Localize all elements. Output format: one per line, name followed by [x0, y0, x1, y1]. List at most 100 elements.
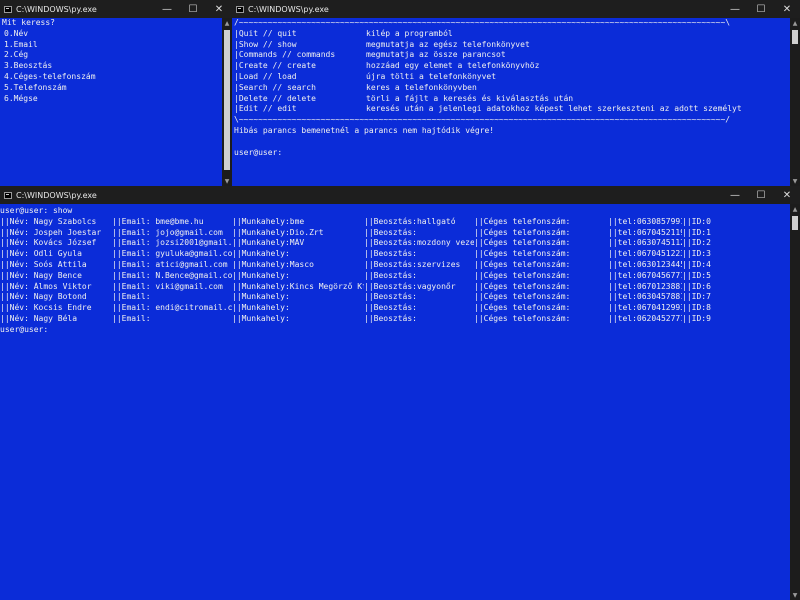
phone-cell: ||tel:06307451120: [608, 238, 682, 248]
title-bar[interactable]: C:\WINDOWS\py.exe — ☐ ✕: [0, 0, 232, 18]
position-cell: ||Beosztás:mozdony vezető: [364, 238, 474, 248]
name-cell: ||Név: Jospeh Joestar: [0, 227, 102, 237]
vertical-scrollbar[interactable]: ▲ ▼: [222, 18, 232, 186]
menu-row: |Delete // delete törli a fájlt a keresés…: [234, 94, 790, 105]
menu-command: |Commands // commands: [234, 50, 336, 60]
maximize-button[interactable]: ☐: [748, 186, 774, 204]
id-cell: ||ID:0: [682, 216, 711, 226]
name-cell: ||Név: Nagy Bence: [0, 270, 82, 280]
scroll-up-icon[interactable]: ▲: [790, 18, 800, 28]
table-row: ||Név: Nagy Botond ||Email: ||Munkahely: ||…: [0, 292, 790, 303]
workplace-cell: ||Munkahely:bme: [232, 216, 305, 226]
console-output[interactable]: user@user: show ||Név: Nagy Szabolcs ||Em…: [0, 206, 790, 600]
email-cell: ||Email:: [112, 313, 151, 323]
title-bar[interactable]: C:\WINDOWS\py.exe — ☐ ✕: [0, 186, 800, 204]
table-row: ||Név: Nagy Béla ||Email: ||Munkahely: ||Be…: [0, 314, 790, 325]
email-cell: ||Email: endi@citromail.com: [112, 303, 232, 313]
workplace-cell: ||Munkahely:: [232, 313, 290, 323]
id-cell: ||ID:3: [682, 249, 711, 259]
scrollbar-thumb[interactable]: [224, 30, 230, 170]
workplace-cell: ||Munkahely:: [232, 270, 290, 280]
scroll-down-icon[interactable]: ▼: [790, 590, 800, 600]
menu-command: |Load // load: [234, 71, 297, 81]
company-phone-cell: ||Céges telefonszám:: [474, 313, 571, 323]
name-cell: ||Név: Soós Attila: [0, 259, 87, 269]
table-row: ||Név: Álmos Viktor ||Email: viki@gmail.c…: [0, 282, 790, 293]
console-output[interactable]: Mit keress? 0.Név 1.Email 2.Cég 3.Beoszt…: [0, 18, 222, 186]
minimize-button[interactable]: —: [154, 0, 180, 18]
table-row: ||Név: Odli Gyula ||Email: gyuluka@gmail.…: [0, 249, 790, 260]
menu-command: |Delete // delete: [234, 93, 316, 103]
maximize-button[interactable]: ☐: [748, 0, 774, 18]
menu-row: |Edit // edit keresés után a jelenlegi ad…: [234, 104, 790, 115]
minimize-button[interactable]: —: [722, 186, 748, 204]
company-phone-cell: ||Céges telefonszám:: [474, 281, 571, 291]
position-cell: ||Beosztás:hallgató: [364, 216, 456, 226]
menu-command: |Show // show: [234, 39, 297, 49]
option-item: 4.Céges-telefonszám: [4, 71, 96, 81]
console-app-icon: [4, 191, 12, 199]
name-cell: ||Név: Nagy Botond: [0, 292, 87, 302]
position-cell: ||Beosztás:: [364, 249, 417, 259]
menu-border-bottom: \~~~~~~~~~~~~~~~~~~~~~~~~~~~~~~~~~~~~~~~…: [234, 115, 731, 125]
company-phone-cell: ||Céges telefonszám:: [474, 292, 571, 302]
email-cell: ||Email:: [112, 292, 151, 302]
console-window-show[interactable]: C:\WINDOWS\py.exe — ☐ ✕ user@user: show …: [0, 186, 800, 600]
menu-row: |Quit // quit kilép a programból: [234, 29, 790, 40]
workplace-cell: ||Munkahely:: [232, 249, 290, 259]
menu-command: |Search // search: [234, 82, 316, 92]
phone-cell: ||tel:06704129930: [608, 303, 682, 313]
console-window-search[interactable]: C:\WINDOWS\py.exe — ☐ ✕ Mit keress? 0.Né…: [0, 0, 232, 186]
position-cell: ||Beosztás:: [364, 303, 417, 313]
close-button[interactable]: ✕: [774, 0, 800, 18]
scroll-down-icon[interactable]: ▼: [222, 176, 232, 186]
close-button[interactable]: ✕: [774, 186, 800, 204]
option-item: 1.Email: [4, 39, 38, 49]
title-bar[interactable]: C:\WINDOWS\py.exe — ☐ ✕: [232, 0, 800, 18]
close-button[interactable]: ✕: [206, 0, 232, 18]
position-cell: ||Beosztás:vagyonőr: [364, 281, 456, 291]
window-title: C:\WINDOWS\py.exe: [16, 190, 97, 200]
workplace-cell: ||Munkahely:Kincs Megörző Kft.: [232, 281, 364, 291]
workplace-cell: ||Munkahely:: [232, 292, 290, 302]
search-prompt: Mit keress?: [2, 18, 55, 27]
phonebook-table: ||Név: Nagy Szabolcs ||Email: bme@bme.hu |…: [0, 217, 790, 325]
command-prompt[interactable]: user@user:: [234, 148, 790, 159]
email-cell: ||Email: jojo@gmail.com: [112, 227, 223, 237]
maximize-button[interactable]: ☐: [180, 0, 206, 18]
scrollbar-thumb[interactable]: [792, 216, 798, 230]
menu-row: |Show // show megmutatja az egész telefon…: [234, 40, 790, 51]
phone-cell: ||tel:06704521190: [608, 227, 682, 237]
console-app-icon: [4, 5, 12, 13]
id-cell: ||ID:2: [682, 238, 711, 248]
menu-description: megmutatja az egész telefonkönyvet: [366, 39, 530, 49]
command-prompt[interactable]: user@user:: [0, 325, 790, 336]
phone-cell: ||tel:06704567710: [608, 270, 682, 280]
name-cell: ||Név: Odli Gyula: [0, 249, 82, 259]
table-row: ||Név: Kocsis Endre ||Email: endi@citroma…: [0, 303, 790, 314]
scroll-down-icon[interactable]: ▼: [790, 176, 800, 186]
workplace-cell: ||Munkahely:MÁV: [232, 238, 305, 248]
position-cell: ||Beosztás:: [364, 227, 417, 237]
console-output[interactable]: /~~~~~~~~~~~~~~~~~~~~~~~~~~~~~~~~~~~~~~~…: [232, 18, 790, 186]
minimize-button[interactable]: —: [722, 0, 748, 18]
scroll-up-icon[interactable]: ▲: [222, 18, 232, 28]
window-title: C:\WINDOWS\py.exe: [248, 4, 329, 14]
phone-cell: ||tel:06704512230: [608, 249, 682, 259]
menu-command: |Create // create: [234, 61, 316, 71]
console-window-commands[interactable]: C:\WINDOWS\py.exe — ☐ ✕ /~~~~~~~~~~~~~~~…: [232, 0, 800, 186]
menu-description: keres a telefonkönyvben: [366, 82, 477, 92]
scroll-up-icon[interactable]: ▲: [790, 204, 800, 214]
scrollbar-thumb[interactable]: [792, 30, 798, 44]
vertical-scrollbar[interactable]: ▲ ▼: [790, 18, 800, 186]
menu-row: |Commands // commands megmutatja az össze…: [234, 50, 790, 61]
id-cell: ||ID:9: [682, 313, 711, 323]
table-row: ||Név: Nagy Szabolcs ||Email: bme@bme.hu |…: [0, 217, 790, 228]
email-cell: ||Email: jozsi2001@gmail.com: [112, 238, 232, 248]
vertical-scrollbar[interactable]: ▲ ▼: [790, 204, 800, 600]
menu-command: |Quit // quit: [234, 28, 297, 38]
id-cell: ||ID:1: [682, 227, 711, 237]
table-row: ||Név: Jospeh Joestar ||Email: jojo@gmail…: [0, 228, 790, 239]
position-cell: ||Beosztás:: [364, 313, 417, 323]
